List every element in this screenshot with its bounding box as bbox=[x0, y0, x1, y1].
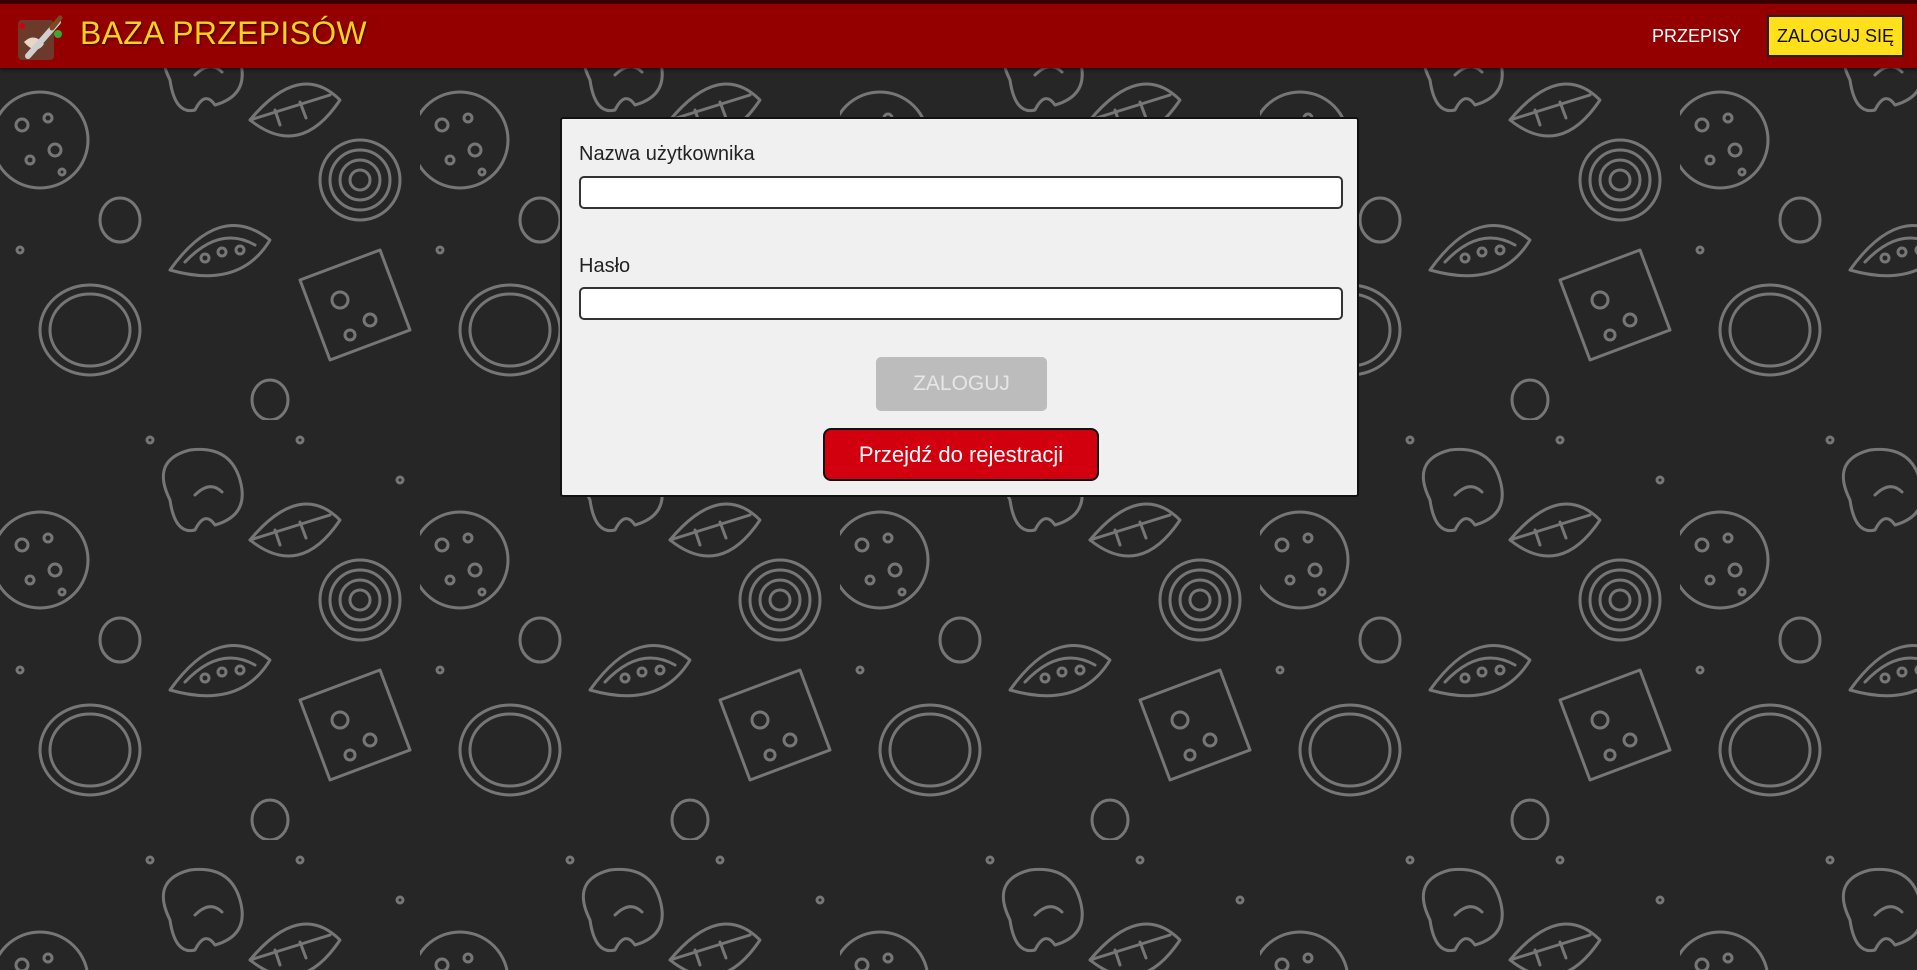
username-label: Nazwa użytkownika bbox=[579, 143, 755, 165]
login-button[interactable]: ZALOGUJ bbox=[876, 357, 1047, 411]
header-bar: BAZA PRZEPISÓW PRZEPISY ZALOGUJ SIĘ bbox=[0, 0, 1917, 68]
chef-knife-dough-icon[interactable] bbox=[14, 12, 66, 64]
brand-title[interactable]: BAZA PRZEPISÓW bbox=[80, 15, 367, 52]
password-input[interactable] bbox=[579, 287, 1343, 320]
username-input[interactable] bbox=[579, 176, 1343, 209]
nav-recipes-link[interactable]: PRZEPISY bbox=[1652, 26, 1741, 47]
nav-login-button[interactable]: ZALOGUJ SIĘ bbox=[1766, 15, 1904, 57]
password-label: Hasło bbox=[579, 255, 631, 277]
go-to-register-button[interactable]: Przejdź do rejestracji bbox=[823, 428, 1099, 481]
login-panel: Nazwa użytkownika Hasło ZALOGUJ Przejdź … bbox=[560, 117, 1359, 497]
